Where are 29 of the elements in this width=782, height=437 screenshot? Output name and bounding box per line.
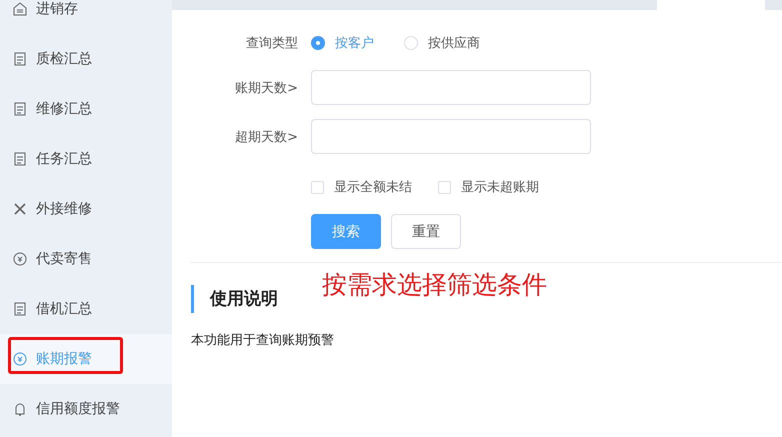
sidebar-item[interactable]: 外接维修: [0, 184, 172, 234]
form-label: 超期天数>: [234, 128, 299, 146]
menu-icon: [12, 301, 28, 317]
menu-icon: [12, 1, 28, 17]
radio-button[interactable]: [311, 36, 325, 50]
form-label: 账期天数>: [234, 80, 299, 96]
checkbox[interactable]: [438, 180, 451, 194]
menu-icon: [12, 351, 28, 367]
form-label: 查询类型: [245, 35, 299, 52]
menu-icon: [12, 201, 28, 217]
reset-button[interactable]: 重置: [391, 214, 461, 249]
checkbox-option[interactable]: 显示未超账期: [438, 178, 539, 196]
menu-icon: [12, 101, 28, 117]
menu-icon: [12, 151, 28, 167]
sidebar-item[interactable]: 代卖寄售: [0, 234, 172, 284]
sidebar-item[interactable]: 信用额度报警: [0, 384, 172, 434]
description-text: 本功能用于查询账期预警: [191, 332, 335, 349]
input-field[interactable]: [311, 70, 591, 105]
menu-icon: [12, 51, 28, 67]
checkbox-option[interactable]: 显示全额未结: [311, 178, 412, 196]
checkbox[interactable]: [311, 180, 324, 194]
input-field[interactable]: [311, 119, 591, 154]
sidebar-item[interactable]: 任务汇总: [0, 134, 172, 184]
sidebar-item[interactable]: 维修汇总: [0, 84, 172, 134]
sidebar-item[interactable]: 进销存: [0, 0, 172, 34]
menu-icon: [12, 251, 28, 267]
sidebar-item[interactable]: 质检汇总: [0, 34, 172, 84]
sidebar-item[interactable]: 借机汇总: [0, 284, 172, 334]
radio-option[interactable]: 按供应商: [404, 34, 480, 52]
